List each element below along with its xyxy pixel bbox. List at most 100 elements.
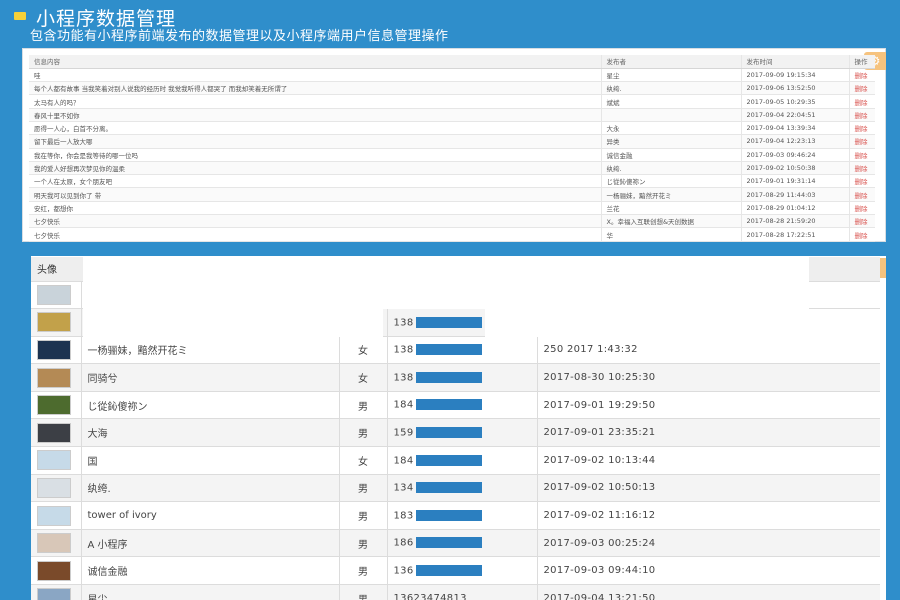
table-row: 留下最后一人放大哪 异类 2017-09-04 12:23:13 删除 bbox=[29, 134, 875, 149]
user-avatar-cell bbox=[31, 336, 81, 365]
table-row: tower of ivory 男 183 2017-09-02 11:16:12 bbox=[31, 501, 880, 530]
user-gender: 男 bbox=[338, 584, 387, 600]
message-publisher: X。幸福入互联创想&天创数据 bbox=[600, 214, 741, 229]
user-gender: 男 bbox=[338, 418, 387, 448]
delete-link[interactable]: 删除 bbox=[848, 121, 875, 136]
user-time: 2017-09-01 23:35:21 bbox=[536, 418, 880, 448]
delete-link[interactable]: 删除 bbox=[848, 81, 875, 96]
user-gender: 女 bbox=[338, 336, 387, 365]
table-row: 安红，都想你 兰花 2017-08-29 01:04:12 删除 bbox=[29, 201, 875, 216]
message-publisher: 一杨骊妹，黯然开花ミ bbox=[600, 187, 741, 202]
user-nickname: じ從鈊傻祢ン bbox=[80, 391, 339, 420]
delete-link[interactable]: 删除 bbox=[848, 214, 875, 229]
user-nickname: 纨绔. bbox=[80, 474, 339, 503]
delete-link[interactable]: 删除 bbox=[848, 161, 875, 176]
phone-redaction bbox=[415, 454, 482, 466]
delete-link[interactable]: 删除 bbox=[848, 94, 875, 109]
user-nickname: 国 bbox=[80, 446, 339, 475]
table-row: 我在等你，你会是我等待的哪一位吗 诚信金融 2017-09-03 09:46:24 删… bbox=[29, 148, 875, 162]
message-content: 哇 bbox=[29, 68, 601, 83]
col-header-time: 发布时间 bbox=[740, 55, 849, 69]
user-phone: 184 bbox=[386, 446, 537, 475]
delete-link[interactable]: 删除 bbox=[848, 187, 875, 202]
table-row: 国女 184 2017-09-02 10:13:44 bbox=[31, 446, 880, 475]
user-nickname: 一杨骊妹，黯然开花ミ bbox=[80, 336, 339, 365]
delete-link[interactable]: 删除 bbox=[848, 201, 875, 216]
user-gender: 女 bbox=[338, 363, 387, 392]
message-content: 七夕快乐 bbox=[29, 227, 601, 242]
message-time: 2017-09-04 13:39:34 bbox=[740, 121, 849, 136]
user-avatar-cell bbox=[31, 308, 81, 337]
delete-link[interactable]: 删除 bbox=[848, 68, 875, 83]
redaction-area bbox=[83, 256, 809, 284]
delete-link[interactable]: 删除 bbox=[848, 134, 875, 149]
user-gender: 男 bbox=[338, 501, 387, 530]
delete-link[interactable]: 删除 bbox=[848, 174, 875, 189]
message-publisher: 华 bbox=[600, 227, 741, 242]
redaction-area bbox=[83, 284, 809, 309]
avatar bbox=[37, 588, 71, 600]
message-time: 2017-09-04 12:23:13 bbox=[740, 134, 849, 149]
phone-redaction bbox=[415, 344, 482, 356]
messages-header-row: 信息内容 发布者 发布时间 操作 bbox=[29, 55, 875, 69]
user-gender: 男 bbox=[338, 474, 387, 503]
user-time: 2017-09-04 13:21:50 bbox=[536, 584, 880, 600]
phone-redaction bbox=[415, 509, 482, 521]
user-gender: 男 bbox=[338, 556, 387, 586]
phone-redaction bbox=[415, 482, 482, 494]
table-row: 每个人都有故事 当我笑着对别人说我的经历时 我觉我听得人都哭了 而我却笑着无所谓… bbox=[29, 81, 875, 96]
message-time: 2017-09-01 19:31:14 bbox=[740, 174, 849, 189]
message-time: 2017-08-28 21:59:20 bbox=[740, 214, 849, 229]
user-time: 2017-09-02 10:50:13 bbox=[536, 474, 880, 503]
user-nickname: 大海 bbox=[80, 418, 339, 448]
user-phone-text: 138 bbox=[393, 344, 414, 356]
user-avatar-cell bbox=[31, 281, 81, 310]
table-row: 哇星尘 2017-09-09 19:15:34 删除 bbox=[29, 68, 875, 83]
message-publisher: 斌斌 bbox=[600, 94, 741, 109]
message-time: 2017-09-09 19:15:34 bbox=[740, 68, 849, 83]
user-time: 2017-09-02 11:16:12 bbox=[536, 501, 880, 530]
user-phone-text: 134 bbox=[393, 482, 414, 494]
user-phone-text: 138 bbox=[393, 317, 414, 329]
col-header-action: 操作 bbox=[848, 55, 875, 69]
message-time: 2017-08-28 17:22:51 bbox=[740, 227, 849, 242]
user-time: 2017-09-02 10:13:44 bbox=[536, 446, 880, 475]
messages-table: 信息内容 发布者 发布时间 操作 哇星尘 2017-09-09 19:15:34 删… bbox=[29, 55, 875, 242]
user-nickname: 同骑兮 bbox=[80, 363, 339, 392]
message-publisher bbox=[600, 108, 741, 122]
message-publisher: 诚信金融 bbox=[600, 148, 741, 162]
avatar bbox=[37, 505, 71, 526]
table-row: 诚信金融男 136 2017-09-03 09:44:10 bbox=[31, 556, 880, 586]
user-time: 2017-09-01 19:29:50 bbox=[536, 391, 880, 420]
user-time: 250 2017 1:43:32 bbox=[536, 336, 880, 365]
table-row: 纨绔. 男 134 2017-09-02 10:50:13 bbox=[31, 474, 880, 503]
message-publisher: 兰花 bbox=[600, 201, 741, 216]
phone-redaction bbox=[415, 399, 482, 411]
phone-redaction bbox=[415, 316, 482, 328]
user-avatar-cell bbox=[31, 363, 81, 392]
message-content: 我在等你，你会是我等待的哪一位吗 bbox=[29, 148, 601, 162]
col-header-publisher: 发布者 bbox=[600, 55, 741, 69]
message-publisher: 星尘 bbox=[600, 68, 741, 83]
avatar bbox=[37, 367, 71, 388]
delete-link[interactable]: 删除 bbox=[848, 227, 875, 242]
message-publisher: じ從鈊傻祢ン bbox=[600, 174, 741, 189]
user-phone-text: 13623474813 bbox=[393, 592, 467, 600]
table-row: A 小程序男 186 2017-09-03 00:25:24 bbox=[31, 529, 880, 558]
table-row: 春风十里不如你 2017-09-04 22:04:51 删除 bbox=[29, 108, 875, 122]
user-phone: 136 bbox=[386, 556, 537, 586]
user-phone-text: 136 bbox=[393, 565, 414, 577]
message-content: 我的爱人好想再次梦见你的温柔 bbox=[29, 161, 601, 176]
avatar bbox=[37, 477, 71, 498]
user-gender: 男 bbox=[338, 391, 387, 420]
message-content: 明天我可以见到你了 带 bbox=[29, 187, 601, 202]
delete-link[interactable]: 删除 bbox=[848, 148, 875, 162]
phone-redaction bbox=[415, 371, 482, 383]
avatar bbox=[37, 533, 71, 554]
message-time: 2017-09-06 13:52:50 bbox=[740, 81, 849, 96]
table-row: じ從鈊傻祢ン男 184 2017-09-01 19:29:50 bbox=[31, 391, 880, 420]
user-phone-text: 186 bbox=[393, 537, 414, 549]
message-time: 2017-08-29 11:44:03 bbox=[740, 187, 849, 202]
delete-link[interactable]: 删除 bbox=[848, 108, 875, 122]
redaction-area bbox=[485, 309, 885, 337]
